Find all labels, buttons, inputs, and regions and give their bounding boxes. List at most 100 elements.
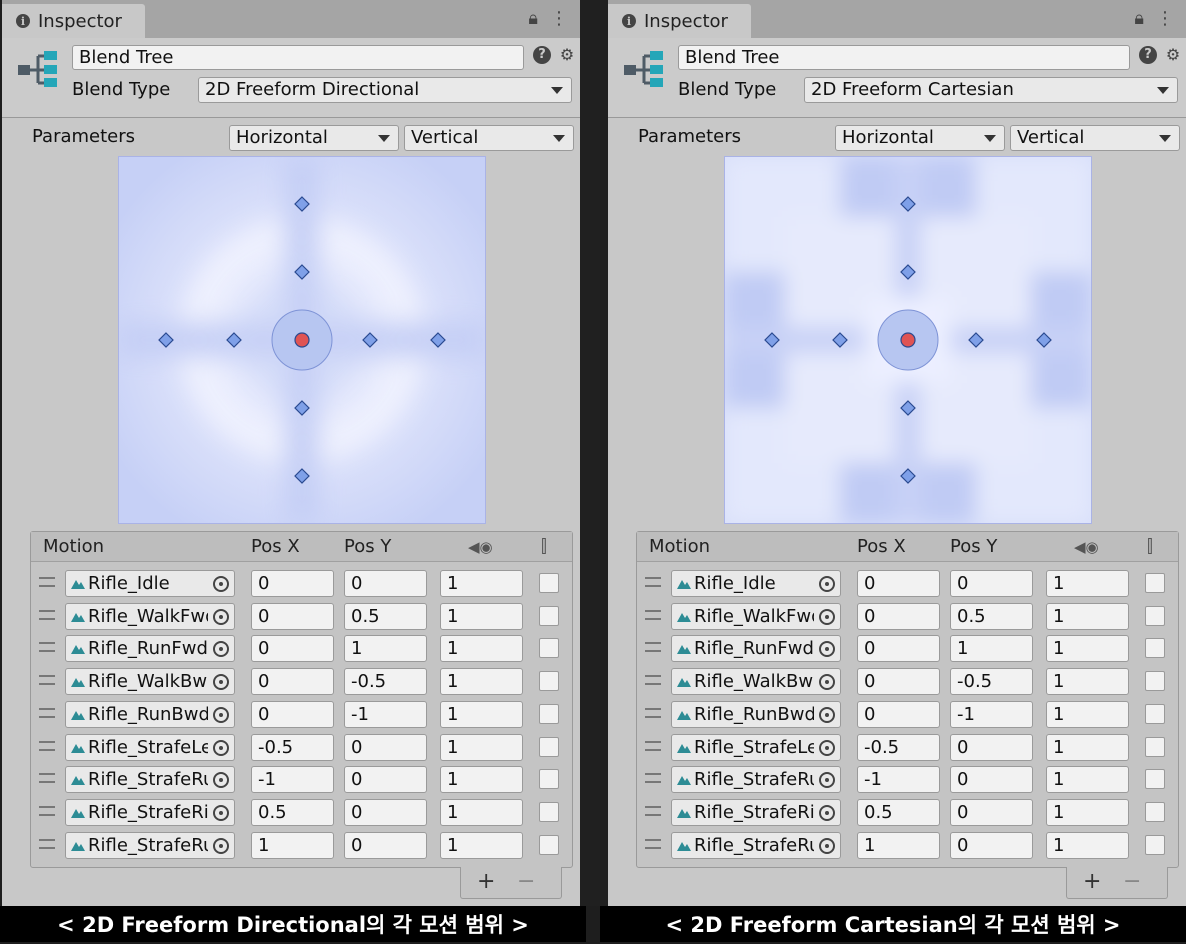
- mirror-checkbox[interactable]: [1145, 605, 1165, 626]
- mirror-checkbox[interactable]: [539, 801, 559, 822]
- pos-y-field[interactable]: -1: [950, 700, 1033, 728]
- object-picker-icon[interactable]: [819, 772, 835, 789]
- pos-x-field[interactable]: 1: [857, 831, 940, 859]
- mirror-checkbox[interactable]: [1145, 638, 1165, 659]
- drag-handle-icon[interactable]: [645, 805, 661, 816]
- add-motion-button[interactable]: +: [477, 867, 495, 897]
- blend-space-graph[interactable]: [724, 156, 1092, 524]
- mirror-checkbox[interactable]: [1145, 671, 1165, 692]
- mirror-checkbox[interactable]: [539, 703, 559, 724]
- drag-handle-icon[interactable]: [645, 577, 661, 587]
- pos-x-field[interactable]: 0.5: [251, 798, 334, 826]
- speed-field[interactable]: 1: [1046, 798, 1129, 826]
- pos-y-field[interactable]: 0.5: [950, 602, 1033, 630]
- motion-clip-field[interactable]: Rifle_StrafeRun: [671, 766, 841, 794]
- motion-clip-field[interactable]: Rifle_StrafeRight: [671, 798, 841, 826]
- drag-handle-icon[interactable]: [39, 642, 55, 653]
- drag-handle-icon[interactable]: [39, 838, 55, 849]
- object-picker-icon[interactable]: [819, 608, 835, 625]
- motion-clip-field[interactable]: Rifle_StrafeRun: [65, 766, 235, 794]
- drag-handle-icon[interactable]: [39, 805, 55, 816]
- mirror-checkbox[interactable]: [539, 605, 559, 626]
- speed-field[interactable]: 1: [1046, 570, 1129, 597]
- mirror-checkbox[interactable]: [539, 736, 559, 757]
- speed-field[interactable]: 1: [1046, 733, 1129, 761]
- speed-field[interactable]: 1: [440, 733, 523, 761]
- motion-clip-field[interactable]: Rifle_StrafeLeft: [671, 733, 841, 761]
- pos-x-field[interactable]: -0.5: [251, 733, 334, 761]
- mirror-checkbox[interactable]: [1145, 801, 1165, 822]
- motion-clip-field[interactable]: Rifle_WalkBwd: [65, 668, 235, 696]
- pos-x-field[interactable]: 0: [857, 668, 940, 696]
- motion-clip-field[interactable]: Rifle_RunBwd: [671, 700, 841, 728]
- pos-y-field[interactable]: 0: [344, 831, 427, 859]
- mirror-checkbox[interactable]: [539, 638, 559, 659]
- mirror-checkbox[interactable]: [539, 671, 559, 692]
- help-icon[interactable]: ?: [533, 46, 551, 64]
- object-picker-icon[interactable]: [213, 608, 229, 625]
- parameter-y-dropdown[interactable]: Vertical: [1010, 125, 1180, 151]
- motion-clip-field[interactable]: Rifle_WalkFwd: [671, 602, 841, 630]
- object-picker-icon[interactable]: [213, 837, 229, 854]
- drag-handle-icon[interactable]: [645, 773, 661, 784]
- motion-clip-field[interactable]: Rifle_RunBwd: [65, 700, 235, 728]
- lock-icon[interactable]: 🔒︎: [528, 8, 538, 29]
- object-picker-icon[interactable]: [819, 837, 835, 854]
- blend-tree-name-field[interactable]: Blend Tree: [72, 45, 524, 70]
- pos-x-field[interactable]: 0: [251, 700, 334, 728]
- drag-handle-icon[interactable]: [645, 740, 661, 751]
- motion-clip-field[interactable]: Rifle_StrafeRun: [671, 831, 841, 859]
- pos-y-field[interactable]: 0: [344, 798, 427, 826]
- pos-y-field[interactable]: 1: [950, 635, 1033, 663]
- speed-field[interactable]: 1: [440, 635, 523, 663]
- pos-x-field[interactable]: 1: [251, 831, 334, 859]
- mirror-checkbox[interactable]: [1145, 703, 1165, 724]
- speed-field[interactable]: 1: [1046, 602, 1129, 630]
- pos-x-field[interactable]: 0: [251, 602, 334, 630]
- pos-y-field[interactable]: 0: [950, 570, 1033, 597]
- pos-x-field[interactable]: 0: [857, 602, 940, 630]
- mirror-checkbox[interactable]: [1145, 736, 1165, 757]
- object-picker-icon[interactable]: [819, 739, 835, 756]
- drag-handle-icon[interactable]: [39, 675, 55, 686]
- pos-y-field[interactable]: 0: [950, 766, 1033, 794]
- gear-icon[interactable]: ⚙: [558, 46, 576, 64]
- lock-icon[interactable]: 🔒︎: [1134, 8, 1144, 29]
- motion-clip-field[interactable]: Rifle_Idle: [671, 570, 841, 597]
- object-picker-icon[interactable]: [213, 674, 229, 691]
- mirror-checkbox[interactable]: [1145, 834, 1165, 855]
- drag-handle-icon[interactable]: [645, 609, 661, 620]
- tab-inspector[interactable]: i Inspector: [608, 4, 751, 38]
- blend-tree-name-field[interactable]: Blend Tree: [678, 45, 1130, 70]
- pos-y-field[interactable]: 0: [344, 766, 427, 794]
- blend-type-dropdown[interactable]: 2D Freeform Directional: [198, 77, 572, 103]
- gear-icon[interactable]: ⚙: [1164, 46, 1182, 64]
- pos-x-field[interactable]: 0: [251, 570, 334, 597]
- pos-y-field[interactable]: 0: [950, 798, 1033, 826]
- motion-clip-field[interactable]: Rifle_StrafeRun: [65, 831, 235, 859]
- drag-handle-icon[interactable]: [39, 773, 55, 784]
- speed-field[interactable]: 1: [440, 798, 523, 826]
- speed-field[interactable]: 1: [440, 766, 523, 794]
- speed-field[interactable]: 1: [1046, 831, 1129, 859]
- pos-x-field[interactable]: -1: [251, 766, 334, 794]
- motion-clip-field[interactable]: Rifle_WalkBwd: [671, 668, 841, 696]
- help-icon[interactable]: ?: [1139, 46, 1157, 64]
- pos-y-field[interactable]: 0: [344, 733, 427, 761]
- kebab-menu-icon[interactable]: ⋮: [550, 8, 568, 29]
- pos-x-field[interactable]: -1: [857, 766, 940, 794]
- object-picker-icon[interactable]: [213, 772, 229, 789]
- pos-y-field[interactable]: -0.5: [344, 668, 427, 696]
- motion-clip-field[interactable]: Rifle_Idle: [65, 570, 235, 597]
- pos-x-field[interactable]: 0: [857, 570, 940, 597]
- object-picker-icon[interactable]: [213, 641, 229, 658]
- speed-field[interactable]: 1: [440, 831, 523, 859]
- add-motion-button[interactable]: +: [1083, 867, 1101, 897]
- object-picker-icon[interactable]: [819, 674, 835, 691]
- drag-handle-icon[interactable]: [39, 740, 55, 751]
- pos-x-field[interactable]: 0: [857, 635, 940, 663]
- object-picker-icon[interactable]: [213, 706, 229, 723]
- speed-field[interactable]: 1: [1046, 668, 1129, 696]
- blend-space-graph[interactable]: [118, 156, 486, 524]
- drag-handle-icon[interactable]: [645, 642, 661, 653]
